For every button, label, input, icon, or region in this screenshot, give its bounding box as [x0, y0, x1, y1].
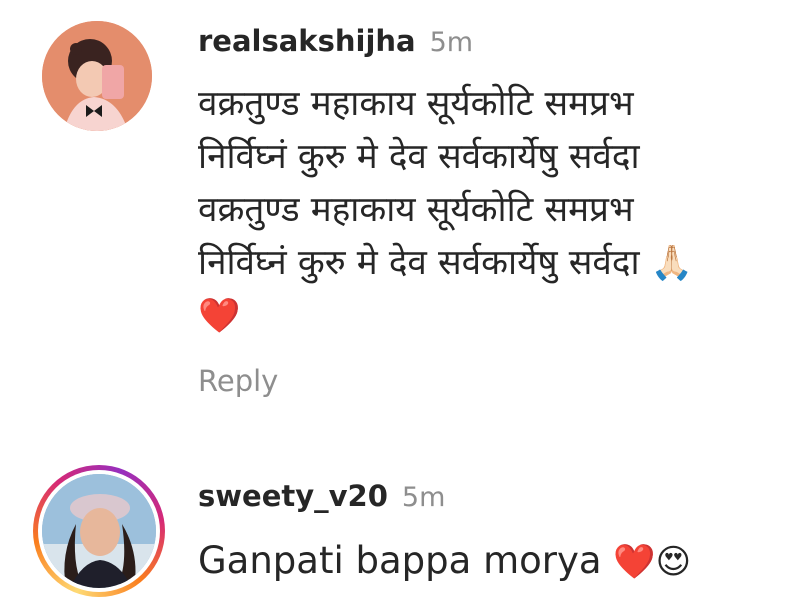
comment-line: Ganpati bappa morya	[198, 539, 602, 582]
comment-line: निर्विघ्नं कुरु मे देव सर्वकार्येषु सर्व…	[198, 243, 640, 283]
profile-photo-icon	[42, 474, 156, 588]
timestamp: 5m	[429, 27, 474, 58]
comment-line-with-emoji: Ganpati bappa morya ❤️😍	[198, 535, 778, 588]
comment-line-with-emoji: निर्विघ्नं कुरु मे देव सर्वकार्येषु सर्व…	[198, 237, 778, 290]
comment-line: वक्रतुण्ड महाकाय सूर्यकोटि समप्रभ	[198, 84, 634, 124]
profile-photo-icon	[42, 21, 152, 131]
folded-hands-icon: 🙏🏻	[650, 243, 693, 283]
heart-and-heart-eyes-icon: ❤️😍	[613, 542, 692, 582]
avatar[interactable]	[42, 21, 152, 131]
comment-header: sweety_v20 5m	[198, 479, 445, 513]
comment-text: वक्रतुण्ड महाकाय सूर्यकोटि समप्रभ निर्वि…	[198, 78, 778, 343]
comment-line: निर्विघ्नं कुरु मे देव सर्वकार्येषु सर्व…	[198, 137, 640, 177]
avatar-story-ring[interactable]	[33, 465, 165, 597]
username[interactable]: realsakshijha	[198, 24, 416, 58]
comment-header: realsakshijha 5m	[198, 24, 473, 58]
reply-button[interactable]: Reply	[198, 364, 278, 398]
red-heart-icon: ❤️	[198, 296, 241, 336]
timestamp: 5m	[401, 482, 446, 513]
comment-line: वक्रतुण्ड महाकाय सूर्यकोटि समप्रभ	[198, 190, 634, 230]
comment-text: Ganpati bappa morya ❤️😍	[198, 535, 778, 588]
username[interactable]: sweety_v20	[198, 479, 388, 513]
